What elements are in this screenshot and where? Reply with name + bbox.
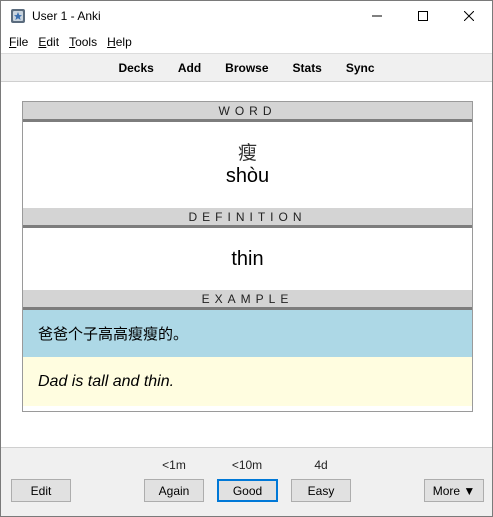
window-controls <box>354 1 492 31</box>
toolbar-decks[interactable]: Decks <box>118 61 153 75</box>
toolbar-browse[interactable]: Browse <box>225 61 268 75</box>
again-button[interactable]: Again <box>144 479 204 502</box>
menu-help-label: elp <box>115 35 132 49</box>
maximize-button[interactable] <box>400 1 446 31</box>
menu-help[interactable]: Help <box>102 35 137 49</box>
title-bar: User 1 - Anki <box>1 1 492 31</box>
maximize-icon <box>418 11 428 21</box>
word-header: WORD <box>23 102 472 122</box>
flashcard: WORD 瘦 shòu DEFINITION thin EXAMPLE 爸爸个子… <box>22 101 473 412</box>
menu-tools[interactable]: Tools <box>64 35 102 49</box>
toolbar-add[interactable]: Add <box>178 61 201 75</box>
again-interval: <1m <box>162 458 186 472</box>
minimize-button[interactable] <box>354 1 400 31</box>
edit-button[interactable]: Edit <box>11 479 71 502</box>
definition-header: DEFINITION <box>23 208 472 228</box>
example-header: EXAMPLE <box>23 290 472 310</box>
anki-app-icon <box>10 8 26 24</box>
answer-bar: Edit <1m Again <10m Good 4d Easy More ▼ <box>1 447 492 516</box>
review-area: WORD 瘦 shòu DEFINITION thin EXAMPLE 爸爸个子… <box>1 82 492 447</box>
menu-edit[interactable]: Edit <box>33 35 64 49</box>
menu-file[interactable]: File <box>4 35 33 49</box>
easy-interval: 4d <box>314 458 328 472</box>
anki-window: User 1 - Anki File Edit Tools Help Decks… <box>0 0 493 517</box>
word-hanzi: 瘦 <box>237 142 257 164</box>
close-button[interactable] <box>446 1 492 31</box>
definition-text: thin <box>231 247 264 270</box>
example-chinese: 爸爸个子高高瘦瘦的。 <box>23 310 472 357</box>
minimize-icon <box>372 15 382 17</box>
word-section: 瘦 shòu <box>23 122 472 208</box>
toolbar-sync[interactable]: Sync <box>346 61 375 75</box>
menu-file-label: ile <box>16 35 29 49</box>
window-title: User 1 - Anki <box>32 9 101 23</box>
menu-help-accel: H <box>107 35 116 49</box>
menu-edit-label: dit <box>46 35 60 49</box>
more-button[interactable]: More ▼ <box>424 479 484 502</box>
example-english: Dad is tall and thin. <box>23 357 472 406</box>
word-pinyin: shòu <box>225 165 270 187</box>
close-icon <box>464 11 474 21</box>
main-toolbar: Decks Add Browse Stats Sync <box>1 53 492 82</box>
toolbar-stats[interactable]: Stats <box>293 61 322 75</box>
menu-tools-label: ools <box>75 35 98 49</box>
menu-bar: File Edit Tools Help <box>1 31 492 53</box>
good-button[interactable]: Good <box>217 479 278 502</box>
easy-button[interactable]: Easy <box>291 479 351 502</box>
good-interval: <10m <box>231 458 263 472</box>
